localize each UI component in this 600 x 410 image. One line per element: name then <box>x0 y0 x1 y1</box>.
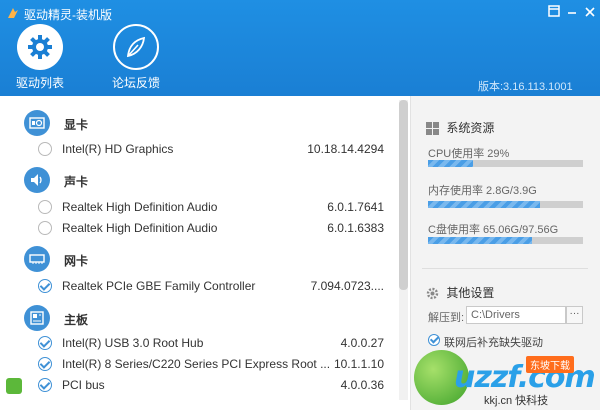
tab-driver-list[interactable]: 驱动列表 <box>0 24 80 90</box>
scrollbar-thumb[interactable] <box>399 100 408 290</box>
side-badge-icon <box>6 378 22 394</box>
cpu-usage-fill <box>428 160 473 167</box>
browse-button[interactable]: ··· <box>566 306 583 324</box>
driver-name: Realtek High Definition Audio <box>62 200 218 214</box>
driver-row[interactable]: Realtek High Definition Audio 6.0.1.7641 <box>38 197 388 217</box>
system-resources-title: 系统资源 <box>426 119 494 136</box>
driver-row[interactable]: Intel(R) HD Graphics 10.18.14.4294 <box>38 139 388 159</box>
driver-checkbox[interactable] <box>38 221 52 235</box>
speaker-icon <box>24 167 50 193</box>
memory-usage-label: 内存使用率 2.8G/3.9G <box>428 185 537 197</box>
close-button[interactable] <box>581 4 599 22</box>
extract-path-input[interactable] <box>466 306 566 324</box>
auto-supplement-checkbox[interactable] <box>428 334 440 346</box>
driver-row[interactable]: Realtek High Definition Audio 6.0.1.6383 <box>38 218 388 238</box>
disk-usage-bar <box>428 237 583 244</box>
cpu-usage-bar <box>428 160 583 167</box>
driver-name: Realtek PCIe GBE Family Controller <box>62 279 256 293</box>
tab-forum-feedback[interactable]: 论坛反馈 <box>96 24 176 90</box>
driver-name: Intel(R) USB 3.0 Root Hub <box>62 336 204 350</box>
category-name: 主板 <box>64 313 89 327</box>
windows-icon <box>426 122 439 136</box>
divider <box>422 268 588 269</box>
driver-checkbox[interactable] <box>38 279 52 293</box>
driver-name: Realtek High Definition Audio <box>62 221 218 235</box>
driver-checkbox[interactable] <box>38 200 52 214</box>
memory-usage-fill <box>428 201 540 208</box>
extract-path-label: 解压到: <box>428 312 465 324</box>
leaf-icon <box>113 24 159 70</box>
app-title: 驱动精灵-装机版 <box>24 8 112 22</box>
driver-name: Intel(R) 8 Series/C220 Series PCI Expres… <box>62 357 331 371</box>
driver-name: PCI bus <box>62 378 105 392</box>
skin-menu-icon[interactable] <box>545 4 563 22</box>
watermark-subtext: kkj.cn 快科技 <box>484 395 549 407</box>
driver-checkbox[interactable] <box>38 357 52 371</box>
graphics-card-icon <box>24 110 50 136</box>
driver-row[interactable]: Intel(R) 8 Series/C220 Series PCI Expres… <box>38 354 388 374</box>
other-settings-label: 其他设置 <box>446 286 495 300</box>
driver-checkbox[interactable] <box>38 378 52 392</box>
driver-version: 6.0.1.6383 <box>327 221 384 235</box>
gear-icon <box>17 24 63 70</box>
category-name: 显卡 <box>64 118 89 132</box>
disk-usage-fill <box>428 237 532 244</box>
watermark-badge: 东坡下载 <box>526 356 574 373</box>
driver-row[interactable]: Intel(R) USB 3.0 Root Hub 4.0.0.27 <box>38 333 388 353</box>
category-name: 声卡 <box>64 175 89 189</box>
driver-version: 10.18.14.4294 <box>307 142 384 156</box>
driver-checkbox[interactable] <box>38 336 52 350</box>
category-name: 网卡 <box>64 254 89 268</box>
network-card-icon <box>24 246 50 272</box>
settings-gear-icon <box>426 288 439 300</box>
driver-version: 6.0.1.7641 <box>327 200 384 214</box>
driver-name: Intel(R) HD Graphics <box>62 142 174 156</box>
cpu-usage-label: CPU使用率 29% <box>428 148 510 160</box>
driver-version: 4.0.0.27 <box>340 336 384 350</box>
driver-checkbox[interactable] <box>38 142 52 156</box>
version-label: 版本:3.16.113.1001 <box>478 81 573 93</box>
driver-version: 7.094.0723.... <box>310 279 384 293</box>
memory-usage-bar <box>428 201 583 208</box>
tab-driver-list-label: 驱动列表 <box>15 76 64 90</box>
driver-row[interactable]: PCI bus 4.0.0.36 <box>38 375 388 395</box>
title-bar: 驱动精灵-装机版 <box>0 0 600 26</box>
disk-usage-label: C盘使用率 65.06G/97.56G <box>428 224 559 236</box>
other-settings-title: 其他设置 <box>426 284 494 301</box>
driver-version: 10.1.1.10 <box>333 357 384 371</box>
driver-row[interactable]: Realtek PCIe GBE Family Controller 7.094… <box>38 276 388 296</box>
app-logo-icon <box>8 8 18 18</box>
minimize-button[interactable] <box>563 4 581 22</box>
motherboard-icon <box>24 305 50 331</box>
tab-forum-feedback-label: 论坛反馈 <box>111 76 160 90</box>
system-resources-label: 系统资源 <box>446 121 495 135</box>
driver-version: 4.0.0.36 <box>340 378 384 392</box>
watermark: uzzf.com 东坡下载 kkj.cn 快科技 <box>414 348 596 408</box>
